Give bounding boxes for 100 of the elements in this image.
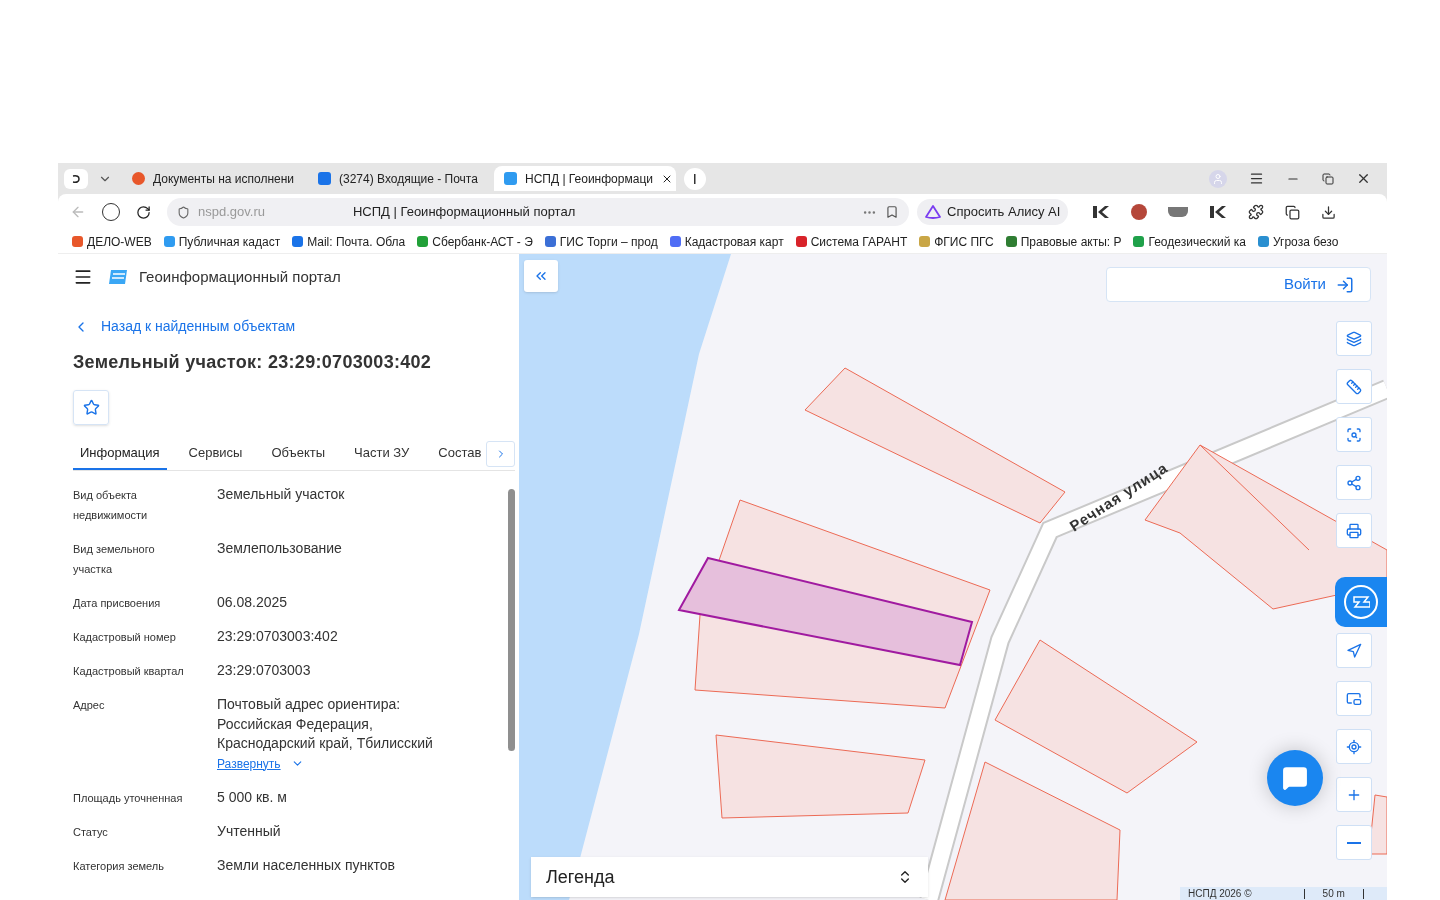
info-tab[interactable]: Сервисы: [181, 438, 250, 470]
field-label: Адрес: [73, 698, 106, 713]
bookmark-item[interactable]: Правовые акты: Р: [1005, 232, 1122, 251]
bookmark-icon[interactable]: [885, 205, 899, 219]
tab-title: Документы на исполнени: [153, 170, 295, 188]
chat-bubble-icon: [1282, 765, 1308, 791]
field-label: Площадь уточненная: [73, 790, 184, 806]
field-label: Кадастровый квартал: [73, 664, 185, 679]
browser-tab[interactable]: Документы на исполнени: [122, 166, 304, 191]
extension-icon[interactable]: [1131, 204, 1148, 220]
picture-in-picture-button[interactable]: [1336, 681, 1372, 716]
field-label: Дата присвоения: [73, 596, 162, 611]
field-value: Земельный участок: [217, 485, 345, 504]
printer-button[interactable]: [1336, 513, 1372, 548]
favorite-button[interactable]: [73, 390, 109, 425]
scan-search-icon: [1346, 426, 1362, 443]
new-tab-button[interactable]: [684, 167, 706, 190]
info-tab[interactable]: Части ЗУ: [347, 438, 417, 470]
portal-logo-icon: [107, 268, 129, 286]
portal-title: Геоинформационный портал: [139, 266, 341, 287]
download-icon[interactable]: [1321, 204, 1337, 220]
tab-title: (3274) Входящие - Почта: [339, 170, 478, 188]
share-button[interactable]: [1336, 465, 1372, 500]
triangle-logo-icon: [925, 205, 941, 219]
login-icon: [1336, 275, 1354, 294]
field-value: Землепользование: [217, 539, 342, 558]
scan-search-button[interactable]: [1336, 417, 1372, 452]
sidebar-panel-icon[interactable]: [1285, 204, 1301, 220]
field-value: Краснодарский край, Тбилисский: [217, 734, 433, 753]
extension-icon[interactable]: [1168, 207, 1189, 217]
bookmark-item[interactable]: ФГИС ПГС: [919, 232, 994, 251]
legend-title: Легенда: [546, 865, 615, 889]
layers-button[interactable]: [1336, 321, 1372, 356]
picture-in-picture-icon: [1346, 690, 1362, 707]
field-label: Категория земель: [73, 858, 165, 874]
field-value: Земли населенных пунктов: [217, 855, 396, 875]
reload-icon[interactable]: [136, 204, 151, 220]
info-tab[interactable]: Информация: [73, 438, 167, 470]
bookmark-item[interactable]: Угроза безо: [1258, 232, 1339, 251]
expand-link[interactable]: Развернуть: [217, 753, 433, 774]
field-value: 23:29:0703003: [217, 661, 311, 680]
tab-title: НСПД | Геоинформаци: [525, 170, 653, 188]
field-value: 5 000 кв. м: [217, 787, 287, 807]
info-tab[interactable]: Состав: [431, 438, 489, 470]
back-link[interactable]: Назад к найденным объектам: [73, 316, 519, 337]
close-icon[interactable]: [1356, 171, 1371, 186]
field-value: Почтовый адрес ориентира:: [217, 695, 402, 714]
alice-button[interactable]: Спросить Алису AI: [917, 199, 1069, 225]
locate-icon: [1346, 738, 1362, 755]
restore-icon[interactable]: [1322, 172, 1334, 185]
printer-icon: [1346, 522, 1362, 539]
zoom-in-button[interactable]: [1336, 777, 1372, 812]
extension-logo-icon[interactable]: [1209, 204, 1228, 220]
browser-tab[interactable]: (3274) Входящие - Почта: [308, 166, 490, 191]
bookmark-item[interactable]: ДЕЛО-WEB: [72, 232, 152, 251]
extension-logo-icon[interactable]: [1092, 204, 1111, 220]
ruler-icon: [1346, 378, 1362, 395]
attribution-text: НСПД 2026 ©: [1188, 887, 1252, 900]
layers-icon: [1346, 330, 1362, 347]
legend-bar[interactable]: Легенда: [531, 857, 928, 897]
bookmark-item[interactable]: Кадастровая карт: [669, 232, 784, 251]
ruler-button[interactable]: [1336, 369, 1372, 404]
field-value: Учтенный: [217, 821, 281, 841]
tab-favicon-icon: [504, 172, 517, 185]
page-title: НСПД | Геоинформационный портал: [352, 203, 576, 222]
bookmark-item[interactable]: Публичная кадаст: [163, 232, 281, 251]
tab-favicon-icon: [318, 172, 331, 185]
locate-button[interactable]: [1336, 729, 1372, 764]
star-icon: [82, 399, 100, 416]
bookmark-item[interactable]: Сбербанк-АСТ - Э: [417, 232, 533, 251]
shield-icon: [177, 205, 190, 219]
bookmark-item[interactable]: ГИС Торги – прод: [544, 232, 658, 251]
workspace-icon[interactable]: [64, 168, 88, 189]
bookmark-item[interactable]: Геодезический ка: [1133, 232, 1246, 251]
field-value: Российская Федерация,: [217, 714, 374, 734]
url-text: nspd.gov.ru: [198, 203, 265, 222]
tab-favicon-icon: [132, 172, 145, 185]
bookmark-item[interactable]: Mail: Почта. Обла: [292, 232, 406, 251]
zoom-out-button[interactable]: [1336, 825, 1372, 860]
share-icon: [1346, 474, 1362, 491]
browser-tab[interactable]: НСПД | Геоинформаци: [494, 166, 676, 191]
menu-icon[interactable]: [73, 267, 93, 287]
field-value: 23:29:0703003:402: [217, 627, 338, 646]
object-title: Земельный участок: 23:29:0703003:402: [73, 351, 433, 374]
collapse-panel-button[interactable]: [524, 260, 558, 292]
info-tab[interactable]: Объекты: [264, 438, 333, 470]
address-field[interactable]: nspd.gov.ru НСПД | Геоинформационный портал: [167, 198, 909, 226]
bookmark-item[interactable]: Система ГАРАНТ: [795, 232, 908, 251]
field-label: Вид земельного участка: [73, 542, 156, 577]
field-label: Кадастровый номер: [73, 630, 177, 645]
field-label: Статус: [73, 824, 109, 840]
extensions-icon[interactable]: [1248, 204, 1265, 220]
field-label: Вид объекта недвижимости: [73, 488, 149, 523]
navigation-arrow-icon: [1346, 642, 1362, 659]
login-button[interactable]: Войти: [1106, 267, 1371, 302]
scale-label: 50 m: [1303, 888, 1364, 899]
menu-icon[interactable]: [1249, 171, 1264, 186]
assistant-button[interactable]: [1335, 577, 1387, 627]
field-value: 06.08.2025: [217, 593, 288, 612]
navigation-arrow-button[interactable]: [1336, 633, 1372, 668]
